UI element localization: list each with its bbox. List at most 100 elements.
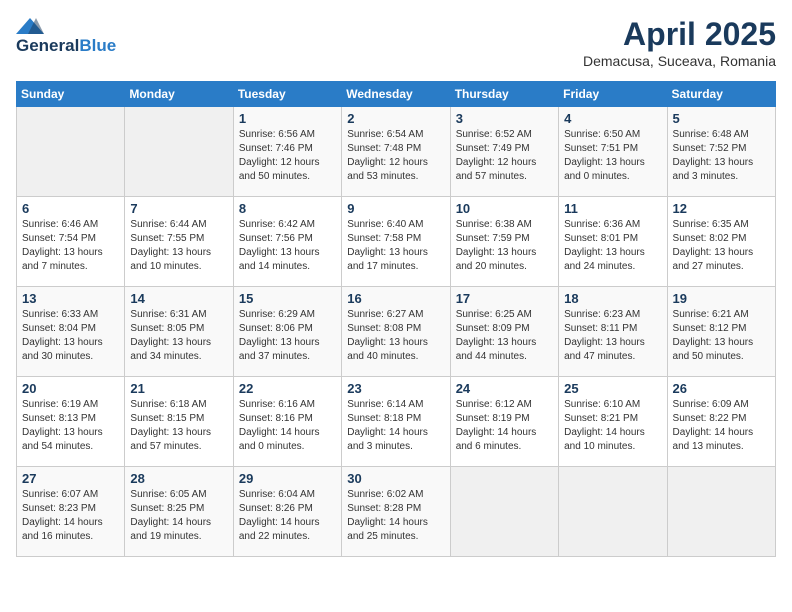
day-number: 22 [239, 381, 336, 396]
calendar-cell: 13 Sunrise: 6:33 AM Sunset: 8:04 PM Dayli… [17, 287, 125, 377]
day-number: 26 [673, 381, 770, 396]
column-header-monday: Monday [125, 82, 233, 107]
column-header-sunday: Sunday [17, 82, 125, 107]
day-info: Sunrise: 6:14 AM Sunset: 8:18 PM Dayligh… [347, 398, 444, 454]
calendar-cell: 9Sunrise: 6:40 AM Sunset: 7:58 PM Daylig… [342, 197, 450, 287]
logo-general: General [16, 36, 79, 56]
calendar-cell: 19Sunrise: 6:21 AM Sunset: 8:12 PM Dayli… [667, 287, 775, 377]
day-info: Sunrise: 6:54 AM Sunset: 7:48 PM Dayligh… [347, 128, 444, 184]
day-info: Sunrise: 6:18 AM Sunset: 8:15 PM Dayligh… [130, 398, 227, 454]
day-info: Sunrise: 6:36 AM Sunset: 8:01 PM Dayligh… [564, 218, 661, 274]
column-header-thursday: Thursday [450, 82, 558, 107]
day-number: 15 [239, 291, 336, 306]
logo-blue: Blue [79, 36, 116, 56]
day-info: Sunrise: 6:33 AM Sunset: 8:04 PM Dayligh… [22, 308, 119, 364]
calendar-cell [17, 107, 125, 197]
calendar-cell: 24 Sunrise: 6:12 AM Sunset: 8:19 PM Dayli… [450, 377, 558, 467]
day-info: Sunrise: 6:46 AM Sunset: 7:54 PM Dayligh… [22, 218, 119, 274]
week-row-2: 6 Sunrise: 6:46 AM Sunset: 7:54 PM Daylig… [17, 197, 776, 287]
day-info: Sunrise: 6:19 AM Sunset: 8:13 PM Dayligh… [22, 398, 119, 454]
day-number: 4 [564, 111, 661, 126]
calendar-cell: 2Sunrise: 6:54 AM Sunset: 7:48 PM Daylig… [342, 107, 450, 197]
day-info: Sunrise: 6:10 AM Sunset: 8:21 PM Dayligh… [564, 398, 661, 454]
calendar-cell: 8 Sunrise: 6:42 AM Sunset: 7:56 PM Daylig… [233, 197, 341, 287]
day-number: 14 [130, 291, 227, 306]
day-number: 23 [347, 381, 444, 396]
day-number: 27 [22, 471, 119, 486]
day-number: 25 [564, 381, 661, 396]
logo-icon [16, 16, 44, 36]
calendar-cell: 25 Sunrise: 6:10 AM Sunset: 8:21 PM Dayli… [559, 377, 667, 467]
day-number: 8 [239, 201, 336, 216]
calendar-cell: 28 Sunrise: 6:05 AM Sunset: 8:25 PM Dayli… [125, 467, 233, 557]
day-number: 20 [22, 381, 119, 396]
day-number: 6 [22, 201, 119, 216]
calendar-cell: 3 Sunrise: 6:52 AM Sunset: 7:49 PM Daylig… [450, 107, 558, 197]
calendar-cell: 10Sunrise: 6:38 AM Sunset: 7:59 PM Dayli… [450, 197, 558, 287]
day-info: Sunrise: 6:52 AM Sunset: 7:49 PM Dayligh… [456, 128, 553, 184]
title-block: April 2025 Demacusa, Suceava, Romania [583, 16, 776, 69]
day-info: Sunrise: 6:04 AM Sunset: 8:26 PM Dayligh… [239, 488, 336, 544]
day-info: Sunrise: 6:12 AM Sunset: 8:19 PM Dayligh… [456, 398, 553, 454]
day-number: 28 [130, 471, 227, 486]
calendar-cell: 22 Sunrise: 6:16 AM Sunset: 8:16 PM Dayli… [233, 377, 341, 467]
day-number: 13 [22, 291, 119, 306]
logo: General Blue [16, 16, 116, 56]
day-info: Sunrise: 6:44 AM Sunset: 7:55 PM Dayligh… [130, 218, 227, 274]
day-info: Sunrise: 6:48 AM Sunset: 7:52 PM Dayligh… [673, 128, 770, 184]
day-info: Sunrise: 6:07 AM Sunset: 8:23 PM Dayligh… [22, 488, 119, 544]
day-number: 9 [347, 201, 444, 216]
calendar-cell: 30 Sunrise: 6:02 AM Sunset: 8:28 PM Dayli… [342, 467, 450, 557]
day-number: 24 [456, 381, 553, 396]
calendar-cell: 12Sunrise: 6:35 AM Sunset: 8:02 PM Dayli… [667, 197, 775, 287]
day-number: 7 [130, 201, 227, 216]
day-number: 12 [673, 201, 770, 216]
column-header-friday: Friday [559, 82, 667, 107]
day-info: Sunrise: 6:50 AM Sunset: 7:51 PM Dayligh… [564, 128, 661, 184]
column-header-wednesday: Wednesday [342, 82, 450, 107]
location-subtitle: Demacusa, Suceava, Romania [583, 53, 776, 69]
month-title: April 2025 [583, 16, 776, 53]
day-info: Sunrise: 6:05 AM Sunset: 8:25 PM Dayligh… [130, 488, 227, 544]
day-info: Sunrise: 6:42 AM Sunset: 7:56 PM Dayligh… [239, 218, 336, 274]
calendar-cell [667, 467, 775, 557]
day-info: Sunrise: 6:27 AM Sunset: 8:08 PM Dayligh… [347, 308, 444, 364]
calendar-cell: 16 Sunrise: 6:27 AM Sunset: 8:08 PM Dayli… [342, 287, 450, 377]
day-info: Sunrise: 6:56 AM Sunset: 7:46 PM Dayligh… [239, 128, 336, 184]
calendar-cell: 7 Sunrise: 6:44 AM Sunset: 7:55 PM Daylig… [125, 197, 233, 287]
calendar-cell: 23 Sunrise: 6:14 AM Sunset: 8:18 PM Dayli… [342, 377, 450, 467]
week-row-4: 20 Sunrise: 6:19 AM Sunset: 8:13 PM Dayli… [17, 377, 776, 467]
calendar-cell: 1Sunrise: 6:56 AM Sunset: 7:46 PM Daylig… [233, 107, 341, 197]
day-number: 16 [347, 291, 444, 306]
calendar-cell: 27 Sunrise: 6:07 AM Sunset: 8:23 PM Dayli… [17, 467, 125, 557]
column-header-saturday: Saturday [667, 82, 775, 107]
calendar-cell: 14Sunrise: 6:31 AM Sunset: 8:05 PM Dayli… [125, 287, 233, 377]
day-info: Sunrise: 6:23 AM Sunset: 8:11 PM Dayligh… [564, 308, 661, 364]
day-number: 3 [456, 111, 553, 126]
calendar-cell: 20 Sunrise: 6:19 AM Sunset: 8:13 PM Dayli… [17, 377, 125, 467]
calendar-cell: 6 Sunrise: 6:46 AM Sunset: 7:54 PM Daylig… [17, 197, 125, 287]
day-info: Sunrise: 6:29 AM Sunset: 8:06 PM Dayligh… [239, 308, 336, 364]
day-info: Sunrise: 6:38 AM Sunset: 7:59 PM Dayligh… [456, 218, 553, 274]
calendar-cell: 18Sunrise: 6:23 AM Sunset: 8:11 PM Dayli… [559, 287, 667, 377]
day-number: 30 [347, 471, 444, 486]
calendar-cell: 17Sunrise: 6:25 AM Sunset: 8:09 PM Dayli… [450, 287, 558, 377]
calendar-cell [559, 467, 667, 557]
calendar-cell [125, 107, 233, 197]
header-row: SundayMondayTuesdayWednesdayThursdayFrid… [17, 82, 776, 107]
calendar-cell: 26Sunrise: 6:09 AM Sunset: 8:22 PM Dayli… [667, 377, 775, 467]
calendar-cell: 29 Sunrise: 6:04 AM Sunset: 8:26 PM Dayli… [233, 467, 341, 557]
week-row-5: 27 Sunrise: 6:07 AM Sunset: 8:23 PM Dayli… [17, 467, 776, 557]
week-row-1: 1Sunrise: 6:56 AM Sunset: 7:46 PM Daylig… [17, 107, 776, 197]
page-header: General Blue April 2025 Demacusa, Suceav… [16, 16, 776, 69]
week-row-3: 13 Sunrise: 6:33 AM Sunset: 8:04 PM Dayli… [17, 287, 776, 377]
day-info: Sunrise: 6:02 AM Sunset: 8:28 PM Dayligh… [347, 488, 444, 544]
calendar-cell: 15 Sunrise: 6:29 AM Sunset: 8:06 PM Dayli… [233, 287, 341, 377]
day-info: Sunrise: 6:21 AM Sunset: 8:12 PM Dayligh… [673, 308, 770, 364]
calendar-cell: 11 Sunrise: 6:36 AM Sunset: 8:01 PM Dayli… [559, 197, 667, 287]
day-number: 11 [564, 201, 661, 216]
day-info: Sunrise: 6:25 AM Sunset: 8:09 PM Dayligh… [456, 308, 553, 364]
day-number: 29 [239, 471, 336, 486]
day-number: 5 [673, 111, 770, 126]
day-info: Sunrise: 6:16 AM Sunset: 8:16 PM Dayligh… [239, 398, 336, 454]
